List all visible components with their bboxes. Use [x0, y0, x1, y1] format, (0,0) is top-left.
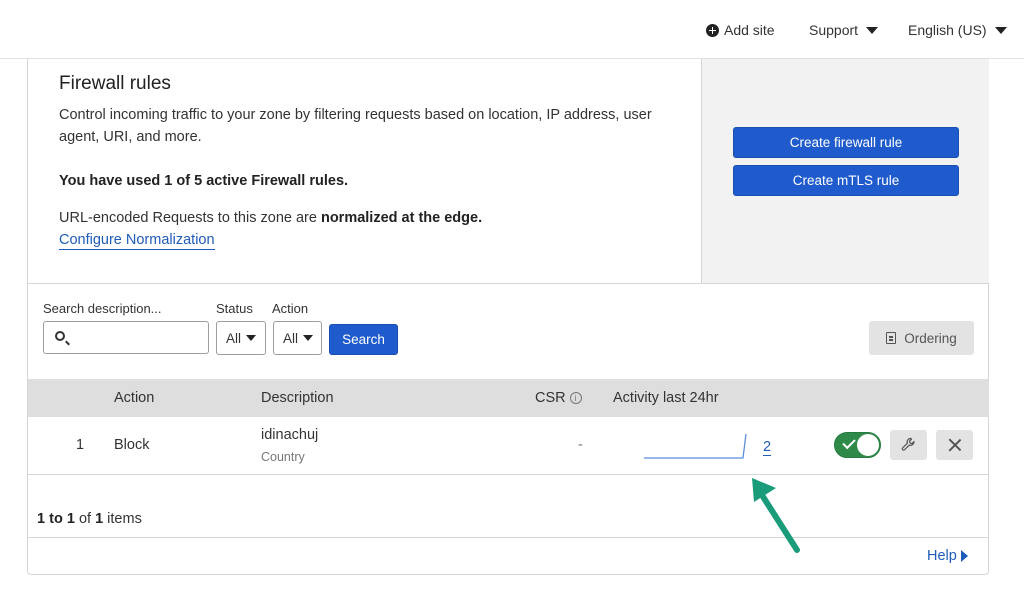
table-header: Action Description CSR i Activity last 24… [28, 379, 989, 417]
annotation-arrow-icon [752, 478, 800, 553]
normalization-text: URL-encoded Requests to this zone are no… [59, 210, 482, 226]
column-header-activity: Activity last 24hr [613, 390, 719, 406]
status-select-value: All [226, 330, 242, 346]
intro-section: Firewall rules Control incoming traffic … [28, 59, 701, 283]
status-label: Status [216, 301, 253, 316]
create-actions-panel: Create firewall rule Create mTLS rule [701, 59, 989, 283]
configure-normalization-link[interactable]: Configure Normalization [59, 232, 215, 250]
top-bar: Add site Support English (US) [0, 0, 1024, 59]
pagination-to-word: to [49, 511, 63, 527]
footer-divider [28, 537, 989, 538]
delete-rule-button[interactable] [936, 430, 973, 460]
column-header-action: Action [114, 390, 155, 406]
help-label: Help [927, 548, 957, 564]
pagination-from: 1 [37, 511, 46, 527]
caret-down-icon [866, 26, 879, 34]
caret-down-icon [303, 335, 314, 341]
search-input[interactable] [43, 321, 209, 354]
rule-action: Block [114, 437, 150, 453]
search-label: Search description... [43, 301, 162, 316]
action-select-value: All [283, 330, 299, 346]
pagination-items-word: items [107, 511, 142, 527]
firewall-rules-card: Firewall rules Control incoming traffic … [27, 59, 989, 575]
normalization-bold: normalized at the edge. [320, 210, 483, 226]
edit-rule-button[interactable] [890, 430, 927, 460]
create-firewall-rule-button[interactable]: Create firewall rule [733, 127, 959, 158]
plus-circle-icon [706, 23, 719, 37]
csr-header-label: CSR [535, 390, 566, 406]
help-link[interactable]: Help [927, 548, 968, 564]
caret-right-icon [960, 550, 968, 562]
support-label: Support [809, 22, 859, 38]
close-icon [948, 438, 961, 451]
section-divider [28, 283, 989, 284]
table-row: 1 Block idinachuj Country - 2 [28, 417, 989, 475]
rule-description-sub: Country [261, 450, 305, 464]
ordering-label: Ordering [904, 330, 957, 346]
rule-enabled-toggle[interactable] [834, 432, 881, 458]
wrench-icon [901, 437, 915, 451]
info-icon[interactable]: i [569, 392, 582, 404]
caret-down-icon [246, 335, 257, 341]
rule-index: 1 [76, 437, 85, 453]
add-site-link[interactable]: Add site [706, 20, 775, 40]
toggle-knob [857, 434, 879, 456]
language-label: English (US) [908, 22, 987, 38]
action-label: Action [272, 301, 309, 316]
create-mtls-rule-button[interactable]: Create mTLS rule [733, 165, 959, 196]
pagination-summary: 1 to 1 of 1 items [37, 511, 142, 527]
book-icon [886, 332, 897, 344]
page-title: Firewall rules [59, 73, 171, 94]
column-header-description: Description [261, 390, 334, 406]
support-dropdown[interactable]: Support [809, 20, 879, 40]
action-select[interactable]: All [273, 321, 322, 355]
activity-sparkline [644, 433, 747, 459]
ordering-button[interactable]: Ordering [869, 321, 974, 355]
pagination-total: 1 [95, 511, 104, 527]
check-icon [842, 435, 856, 450]
status-select[interactable]: All [216, 321, 266, 355]
search-icon [55, 331, 65, 341]
language-dropdown[interactable]: English (US) [908, 20, 1007, 40]
rule-csr: - [578, 437, 583, 453]
intro-description: Control incoming traffic to your zone by… [59, 107, 652, 145]
rules-usage-text: You have used 1 of 5 active Firewall rul… [59, 173, 349, 189]
rule-description: idinachuj [261, 427, 319, 443]
normalization-prefix: URL-encoded Requests to this zone are [59, 210, 321, 226]
search-button[interactable]: Search [329, 324, 398, 355]
caret-down-icon [994, 26, 1007, 34]
add-site-label: Add site [724, 22, 775, 38]
pagination-to: 1 [66, 511, 75, 527]
column-header-csr: CSR i [535, 390, 582, 406]
pagination-of-word: of [78, 511, 92, 527]
activity-count-link[interactable]: 2 [763, 439, 772, 456]
